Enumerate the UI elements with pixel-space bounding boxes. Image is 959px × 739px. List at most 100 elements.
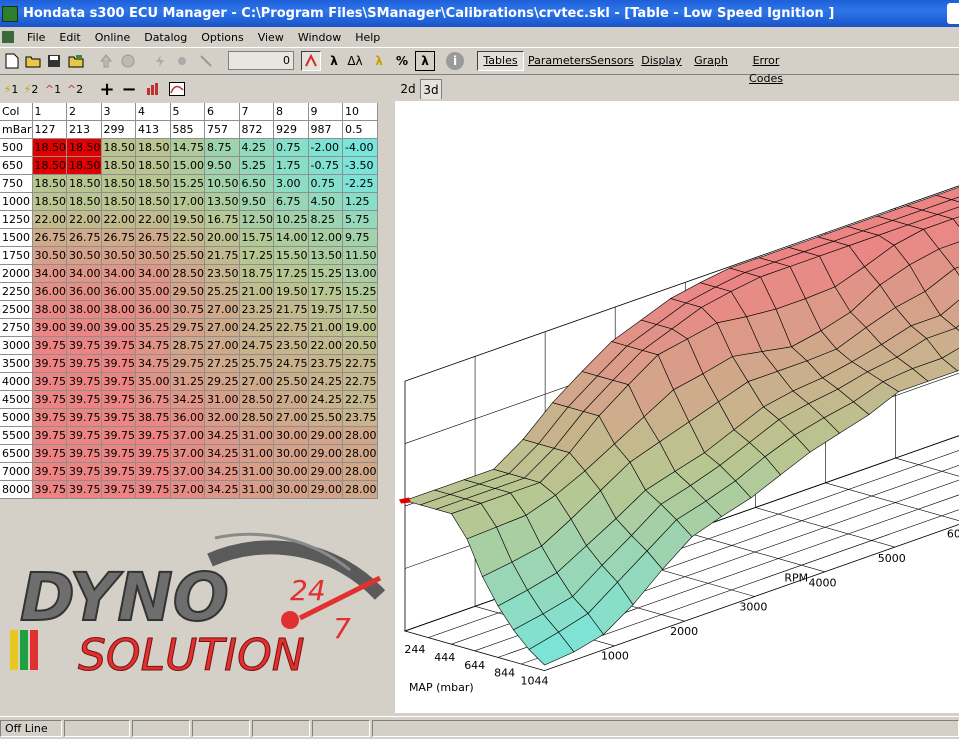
value-cell[interactable]: 27.00 [274,409,309,427]
value-cell[interactable]: 26.75 [101,229,136,247]
menu-help[interactable]: Help [348,31,387,44]
percent-button[interactable]: % [392,51,412,71]
value-cell[interactable]: 10.25 [274,211,309,229]
tab-2d[interactable]: 2d [397,79,419,99]
value-cell[interactable]: 9.50 [239,193,274,211]
tab-display[interactable]: Display [638,51,685,71]
value-cell[interactable]: 22.00 [32,211,67,229]
value-cell[interactable]: 14.00 [274,229,309,247]
value-cell[interactable]: 34.75 [136,355,171,373]
lightning-icon[interactable] [150,51,170,71]
value-cell[interactable]: 39.75 [101,427,136,445]
info-icon[interactable]: i [446,52,464,70]
value-cell[interactable]: 0.75 [274,139,309,157]
value-cell[interactable]: 18.50 [67,175,102,193]
value-cell[interactable]: 38.00 [67,301,102,319]
value-cell[interactable]: 37.00 [170,445,205,463]
value-cell[interactable]: 10.50 [205,175,240,193]
value-cell[interactable]: 36.00 [32,283,67,301]
value-cell[interactable]: 18.50 [67,139,102,157]
value-cell[interactable]: 37.00 [170,481,205,499]
value-cell[interactable]: 39.75 [101,463,136,481]
value-cell[interactable]: 39.75 [101,337,136,355]
value-cell[interactable]: 18.50 [136,175,171,193]
value-cell[interactable]: 17.50 [343,301,378,319]
value-cell[interactable]: 39.75 [32,445,67,463]
value-cell[interactable]: 35.00 [136,283,171,301]
value-cell[interactable]: 15.25 [170,175,205,193]
document-icon[interactable] [2,31,14,43]
value-cell[interactable]: 24.25 [308,373,343,391]
value-cell[interactable]: 8.25 [308,211,343,229]
value-cell[interactable]: 23.75 [343,409,378,427]
value-cell[interactable]: 30.75 [170,301,205,319]
value-cell[interactable]: 14.75 [170,139,205,157]
value-cell[interactable]: 34.25 [205,445,240,463]
value-cell[interactable]: 23.25 [239,301,274,319]
value-cell[interactable]: 39.75 [101,481,136,499]
value-cell[interactable]: 22.75 [343,373,378,391]
value-cell[interactable]: 31.25 [170,373,205,391]
value-cell[interactable]: 29.00 [308,463,343,481]
value-cell[interactable]: 12.50 [239,211,274,229]
menu-window[interactable]: Window [291,31,348,44]
value-cell[interactable]: 17.25 [239,247,274,265]
value-cell[interactable]: 39.75 [136,445,171,463]
value-cell[interactable]: 28.00 [343,463,378,481]
tab-3d[interactable]: 3d [420,79,442,99]
lambda-boxed-button[interactable]: λ [415,51,435,71]
value-cell[interactable]: 1.75 [274,157,309,175]
value-cell[interactable]: 39.75 [32,481,67,499]
value-cell[interactable]: 30.00 [274,463,309,481]
value-cell[interactable]: 19.75 [308,301,343,319]
live-cursor-icon[interactable] [301,51,321,71]
lambda-button[interactable]: λ [324,51,344,71]
tab-parameters[interactable]: Parameters [527,51,587,71]
open-folder-icon[interactable] [23,51,43,71]
value-cell[interactable]: 34.00 [67,265,102,283]
menu-options[interactable]: Options [194,31,250,44]
value-cell[interactable]: -4.00 [343,139,378,157]
value-cell[interactable]: 18.50 [32,175,67,193]
value-cell[interactable]: 18.50 [101,139,136,157]
value-cell[interactable]: 39.75 [67,427,102,445]
value-cell[interactable]: 27.00 [205,319,240,337]
value-cell[interactable]: 39.75 [101,445,136,463]
value-cell[interactable]: 26.75 [67,229,102,247]
value-cell[interactable]: 39.00 [67,319,102,337]
open-calibration-icon[interactable] [66,51,86,71]
value-cell[interactable]: 19.50 [170,211,205,229]
value-cell[interactable]: 23.50 [205,265,240,283]
value-cell[interactable]: 27.00 [205,301,240,319]
value-cell[interactable]: 9.50 [205,157,240,175]
save-icon[interactable] [44,51,64,71]
value-cell[interactable]: -2.00 [308,139,343,157]
value-cell[interactable]: 36.00 [101,283,136,301]
value-cell[interactable]: 6.75 [274,193,309,211]
value-cell[interactable]: 18.50 [67,157,102,175]
lambda-yellow-button[interactable]: λ [369,51,389,71]
value-cell[interactable]: 26.75 [32,229,67,247]
value-cell[interactable]: 28.50 [170,265,205,283]
value-cell[interactable]: 18.50 [101,175,136,193]
value-cell[interactable]: 30.50 [136,247,171,265]
value-cell[interactable]: 39.75 [32,373,67,391]
value-cell[interactable]: 27.25 [205,355,240,373]
value-cell[interactable]: 39.75 [101,373,136,391]
tab-graph[interactable]: Graph [690,51,732,71]
value-cell[interactable]: 30.50 [32,247,67,265]
value-cell[interactable]: 22.00 [101,211,136,229]
value-cell[interactable]: 25.50 [170,247,205,265]
counter-field[interactable]: 0 [228,51,294,70]
decrease-button[interactable]: − [118,79,140,99]
value-cell[interactable]: 20.00 [205,229,240,247]
value-cell[interactable]: 34.75 [136,337,171,355]
value-cell[interactable]: 38.75 [136,409,171,427]
value-cell[interactable]: 39.75 [67,481,102,499]
value-cell[interactable]: 15.50 [274,247,309,265]
value-cell[interactable]: 39.75 [101,409,136,427]
app-icon[interactable] [2,6,18,22]
value-cell[interactable]: 27.00 [274,391,309,409]
value-cell[interactable]: 29.25 [205,373,240,391]
value-cell[interactable]: 36.00 [136,301,171,319]
